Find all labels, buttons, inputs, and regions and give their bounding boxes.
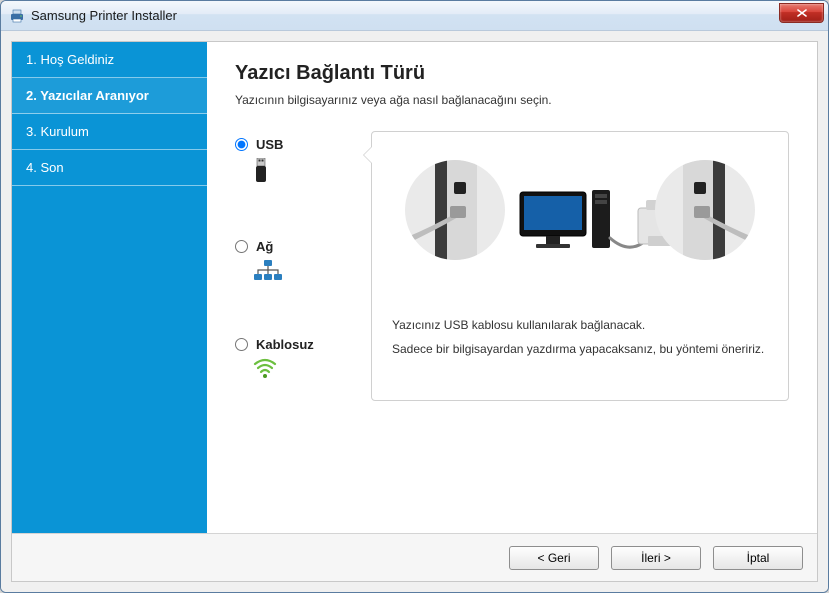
label-network: Ağ (256, 239, 273, 254)
cancel-button[interactable]: İptal (713, 546, 803, 570)
page-subtitle: Yazıcının bilgisayarınız veya ağa nasıl … (235, 93, 789, 107)
wifi-icon (235, 358, 355, 383)
connection-preview: Yazıcınız USB kablosu kullanılarak bağla… (371, 131, 789, 401)
preview-line1: Yazıcınız USB kablosu kullanılarak bağla… (392, 318, 645, 332)
radio-wireless[interactable] (235, 338, 248, 351)
sidebar-step-welcome[interactable]: 1. Hoş Geldiniz (12, 42, 207, 78)
speech-notch (363, 146, 372, 164)
radio-usb[interactable] (235, 138, 248, 151)
option-network[interactable]: Ağ (235, 239, 355, 287)
installer-window: Samsung Printer Installer 1. Hoş Geldini… (0, 0, 829, 593)
wizard-footer: < Geri İleri > İptal (12, 533, 817, 581)
wizard-sidebar: 1. Hoş Geldiniz 2. Yazıcılar Aranıyor 3.… (12, 42, 207, 533)
window-body: 1. Hoş Geldiniz 2. Yazıcılar Aranıyor 3.… (1, 31, 828, 592)
page-heading: Yazıcı Bağlantı Türü (235, 62, 789, 85)
back-button[interactable]: < Geri (509, 546, 599, 570)
window-title: Samsung Printer Installer (31, 8, 177, 23)
option-wireless[interactable]: Kablosuz (235, 337, 355, 383)
main-panel: Yazıcı Bağlantı Türü Yazıcının bilgisaya… (207, 42, 817, 533)
sidebar-step-finish[interactable]: 4. Son (12, 150, 207, 186)
radio-network[interactable] (235, 240, 248, 253)
next-button[interactable]: İleri > (611, 546, 701, 570)
preview-line2: Sadece bir bilgisayardan yazdırma yapaca… (392, 342, 764, 356)
label-wireless: Kablosuz (256, 337, 314, 352)
sidebar-step-search[interactable]: 2. Yazıcılar Aranıyor (12, 78, 207, 114)
label-usb: USB (256, 137, 283, 152)
printer-app-icon (9, 8, 25, 24)
content-frame: 1. Hoş Geldiniz 2. Yazıcılar Aranıyor 3.… (11, 41, 818, 582)
close-button[interactable] (779, 3, 824, 23)
titlebar[interactable]: Samsung Printer Installer (1, 1, 828, 31)
sidebar-step-install[interactable]: 3. Kurulum (12, 114, 207, 150)
option-usb[interactable]: USB (235, 137, 355, 189)
close-icon (797, 9, 807, 17)
network-icon (235, 260, 355, 287)
usb-illustration (392, 150, 768, 300)
connection-options: USB (235, 131, 355, 401)
usb-icon (235, 158, 355, 189)
